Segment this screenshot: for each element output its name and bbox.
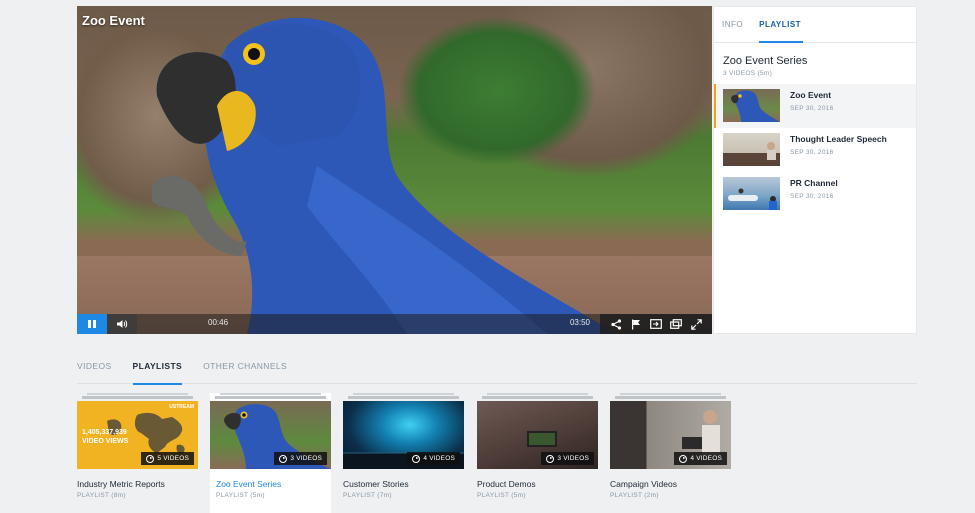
tab-videos[interactable]: VIDEOS [77, 354, 112, 384]
thumb-caption: VIDEO VIEWS [82, 438, 129, 445]
fullscreen-icon [690, 318, 702, 330]
video-thumbnail [723, 177, 780, 210]
pause-button[interactable] [77, 314, 107, 334]
playlist-card-meta: PLAYLIST (5m) [216, 492, 265, 499]
video-count: 3 VIDEOS [557, 455, 589, 462]
tab-info[interactable]: INFO [722, 7, 749, 43]
report-button[interactable] [626, 314, 646, 334]
share-button[interactable] [606, 314, 626, 334]
video-count-badge: 3 VIDEOS [541, 452, 594, 465]
stack-edge [615, 396, 726, 399]
fullscreen-button[interactable] [686, 314, 706, 334]
popout-button[interactable] [666, 314, 686, 334]
play-circle-icon [146, 454, 155, 463]
video-count-badge: 5 VIDEOS [141, 452, 194, 465]
video-count: 3 VIDEOS [290, 455, 322, 462]
tab-playlists[interactable]: PLAYLISTS [132, 354, 183, 385]
stack-edge [220, 393, 321, 395]
video-count: 5 VIDEOS [157, 455, 189, 462]
playlist-card-campaign-videos[interactable]: 4 VIDEOS Campaign Videos PLAYLIST (2m) [610, 393, 731, 513]
player-right-controls [600, 314, 712, 334]
playlist-thumbnail: 3 VIDEOS [477, 401, 598, 469]
playlist-thumbnail: 4 VIDEOS [343, 401, 464, 469]
playlist-card-industry-metric[interactable]: USTREAM 1,405,337,939 VIDEO VIEWS 5 VIDE… [77, 393, 198, 513]
playlist-card-zoo-event[interactable]: 3 VIDEOS Zoo Event Series PLAYLIST (5m) [210, 393, 331, 513]
playlist-card-product-demos[interactable]: 3 VIDEOS Product Demos PLAYLIST (5m) [477, 393, 598, 513]
play-circle-icon [546, 454, 555, 463]
thumb-logo: USTREAM [169, 404, 194, 410]
stack-edge [353, 393, 454, 395]
embed-button[interactable] [646, 314, 666, 334]
playlist-thumbnail: 3 VIDEOS [210, 401, 331, 469]
play-circle-icon [412, 454, 421, 463]
playlist-item-pr-channel[interactable]: PR Channel SEP 30, 2016 [714, 172, 916, 216]
play-circle-icon [679, 454, 688, 463]
stack-edge [482, 396, 593, 399]
play-circle-icon [279, 454, 288, 463]
share-icon [610, 318, 621, 330]
playlist-card-customer-stories[interactable]: 4 VIDEOS Customer Stories PLAYLIST (7m) [343, 393, 464, 513]
video-player[interactable]: Zoo Event 00:46 03:50 [77, 6, 712, 334]
video-thumbnail [723, 133, 780, 166]
playlist-card-meta: PLAYLIST (5m) [477, 492, 526, 499]
video-count-badge: 3 VIDEOS [274, 452, 327, 465]
playlist-item-date: SEP 30, 2016 [790, 149, 834, 156]
playlist-item-zoo-event[interactable]: Zoo Event SEP 30, 2016 [714, 84, 916, 128]
playlist-thumbnail: 4 VIDEOS [610, 401, 731, 469]
playlist-item-thought-leader[interactable]: Thought Leader Speech SEP 30, 2016 [714, 128, 916, 172]
side-panel: INFO PLAYLIST Zoo Event Series 3 VIDEOS … [713, 6, 917, 334]
speaker-icon [117, 320, 128, 328]
stack-edge [620, 393, 721, 395]
tab-other-channels[interactable]: OTHER CHANNELS [203, 354, 287, 384]
tab-playlist[interactable]: PLAYLIST [759, 7, 807, 43]
playlist-card-name[interactable]: Product Demos [477, 479, 536, 489]
playlist-card-name[interactable]: Customer Stories [343, 479, 409, 489]
playlist-item-name: Thought Leader Speech [790, 134, 887, 144]
video-count-badge: 4 VIDEOS [407, 452, 460, 465]
stack-edge [87, 393, 188, 395]
video-title: Zoo Event [82, 13, 145, 28]
playlist-meta: 3 VIDEOS (5m) [723, 70, 773, 77]
playlist-card-meta: PLAYLIST (8m) [77, 492, 126, 499]
playlist-item-date: SEP 30, 2016 [790, 105, 834, 112]
seek-bar[interactable]: 00:46 03:50 [137, 314, 600, 334]
stack-edge [348, 396, 459, 399]
pause-icon [88, 320, 96, 328]
playlist-item-name: PR Channel [790, 178, 838, 188]
thumb-number: 1,405,337,939 [82, 429, 127, 436]
playlist-card-name[interactable]: Campaign Videos [610, 479, 677, 489]
channel-tabs: VIDEOS PLAYLISTS OTHER CHANNELS [77, 354, 917, 385]
video-count: 4 VIDEOS [690, 455, 722, 462]
playlist-card-meta: PLAYLIST (7m) [343, 492, 392, 499]
playlist-card-name[interactable]: Zoo Event Series [216, 479, 281, 489]
embed-icon [650, 319, 662, 329]
video-count-badge: 4 VIDEOS [674, 452, 727, 465]
total-time: 03:50 [569, 318, 590, 327]
player-controls: 00:46 03:50 [77, 314, 712, 334]
flag-icon [632, 319, 640, 329]
video-thumbnail [723, 89, 780, 122]
popout-icon [670, 319, 682, 329]
parrot-image [152, 17, 617, 334]
current-time: 00:46 [208, 318, 229, 327]
playlist-card-name[interactable]: Industry Metric Reports [77, 479, 165, 489]
playlist-title: Zoo Event Series [723, 55, 808, 67]
video-frame [77, 6, 712, 334]
video-count: 4 VIDEOS [423, 455, 455, 462]
playlist-card-meta: PLAYLIST (2m) [610, 492, 659, 499]
volume-button[interactable] [107, 314, 137, 334]
playlist-item-date: SEP 30, 2016 [790, 193, 834, 200]
stack-edge [215, 396, 326, 399]
playlist-thumbnail: USTREAM 1,405,337,939 VIDEO VIEWS 5 VIDE… [77, 401, 198, 469]
stack-edge [82, 396, 193, 399]
playlist-item-name: Zoo Event [790, 90, 832, 100]
panel-tabs: INFO PLAYLIST [714, 7, 916, 43]
playlist-items: Zoo Event SEP 30, 2016 Thought Leader Sp… [714, 84, 916, 216]
stack-edge [487, 393, 588, 395]
